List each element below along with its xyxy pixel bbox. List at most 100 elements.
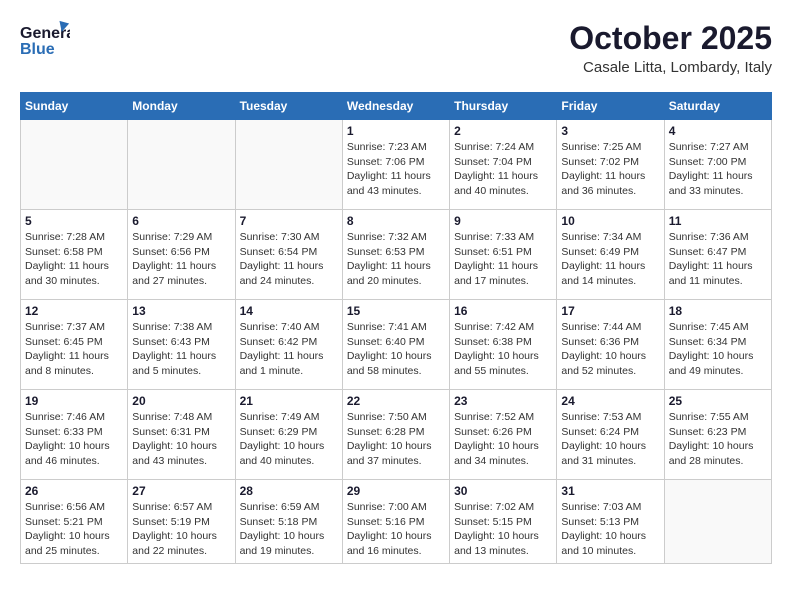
location: Casale Litta, Lombardy, Italy — [569, 59, 772, 76]
calendar-cell: 9Sunrise: 7:33 AMSunset: 6:51 PMDaylight… — [450, 210, 557, 300]
weekday-header: Tuesday — [235, 93, 342, 120]
day-number: 15 — [347, 304, 445, 318]
day-number: 5 — [25, 214, 123, 228]
day-info: Sunrise: 7:52 AMSunset: 6:26 PMDaylight:… — [454, 410, 552, 469]
day-info: Sunrise: 7:33 AMSunset: 6:51 PMDaylight:… — [454, 230, 552, 289]
day-info: Sunrise: 7:44 AMSunset: 6:36 PMDaylight:… — [561, 320, 659, 379]
day-info: Sunrise: 7:55 AMSunset: 6:23 PMDaylight:… — [669, 410, 767, 469]
day-info: Sunrise: 6:59 AMSunset: 5:18 PMDaylight:… — [240, 500, 338, 559]
day-info: Sunrise: 7:28 AMSunset: 6:58 PMDaylight:… — [25, 230, 123, 289]
day-number: 8 — [347, 214, 445, 228]
day-number: 6 — [132, 214, 230, 228]
day-info: Sunrise: 7:50 AMSunset: 6:28 PMDaylight:… — [347, 410, 445, 469]
calendar-cell: 2 Sunrise: 7:24 AMSunset: 7:04 PMDaylight… — [450, 120, 557, 210]
day-info: Sunrise: 7:48 AMSunset: 6:31 PMDaylight:… — [132, 410, 230, 469]
day-number: 22 — [347, 394, 445, 408]
calendar-cell: 8 Sunrise: 7:32 AMSunset: 6:53 PMDaylight… — [342, 210, 449, 300]
day-number: 2 — [454, 124, 552, 138]
calendar-cell: 10 Sunrise: 7:34 AMSunset: 6:49 PMDayligh… — [557, 210, 664, 300]
calendar-cell: 28 Sunrise: 6:59 AMSunset: 5:18 PMDayligh… — [235, 480, 342, 564]
calendar-week-row: 12Sunrise: 7:37 AMSunset: 6:45 PMDayligh… — [21, 300, 772, 390]
day-number: 24 — [561, 394, 659, 408]
day-info: Sunrise: 7:27 AMSunset: 7:00 PMDaylight:… — [669, 140, 767, 199]
calendar-cell: 20 Sunrise: 7:48 AMSunset: 6:31 PMDayligh… — [128, 390, 235, 480]
day-number: 21 — [240, 394, 338, 408]
day-number: 17 — [561, 304, 659, 318]
page-header: General Blue October 2025 Casale Litta, … — [20, 20, 772, 76]
calendar-week-row: 19 Sunrise: 7:46 AMSunset: 6:33 PMDayligh… — [21, 390, 772, 480]
day-number: 27 — [132, 484, 230, 498]
calendar-cell: 27 Sunrise: 6:57 AMSunset: 5:19 PMDayligh… — [128, 480, 235, 564]
day-info: Sunrise: 7:02 AMSunset: 5:15 PMDaylight:… — [454, 500, 552, 559]
day-info: Sunrise: 7:37 AMSunset: 6:45 PMDaylight:… — [25, 320, 123, 379]
calendar-cell — [235, 120, 342, 210]
calendar-cell: 11Sunrise: 7:36 AMSunset: 6:47 PMDayligh… — [664, 210, 771, 300]
day-number: 10 — [561, 214, 659, 228]
calendar-cell: 25 Sunrise: 7:55 AMSunset: 6:23 PMDayligh… — [664, 390, 771, 480]
day-info: Sunrise: 7:42 AMSunset: 6:38 PMDaylight:… — [454, 320, 552, 379]
calendar-cell: 26Sunrise: 6:56 AMSunset: 5:21 PMDayligh… — [21, 480, 128, 564]
weekday-header: Saturday — [664, 93, 771, 120]
calendar-cell: 16Sunrise: 7:42 AMSunset: 6:38 PMDayligh… — [450, 300, 557, 390]
calendar-cell: 21 Sunrise: 7:49 AMSunset: 6:29 PMDayligh… — [235, 390, 342, 480]
calendar-cell — [128, 120, 235, 210]
day-info: Sunrise: 7:32 AMSunset: 6:53 PMDaylight:… — [347, 230, 445, 289]
calendar-cell: 24Sunrise: 7:53 AMSunset: 6:24 PMDayligh… — [557, 390, 664, 480]
calendar-cell: 13 Sunrise: 7:38 AMSunset: 6:43 PMDayligh… — [128, 300, 235, 390]
calendar-cell: 5 Sunrise: 7:28 AMSunset: 6:58 PMDaylight… — [21, 210, 128, 300]
day-info: Sunrise: 7:46 AMSunset: 6:33 PMDaylight:… — [25, 410, 123, 469]
weekday-header: Thursday — [450, 93, 557, 120]
calendar-cell: 30Sunrise: 7:02 AMSunset: 5:15 PMDayligh… — [450, 480, 557, 564]
weekday-header: Monday — [128, 93, 235, 120]
day-info: Sunrise: 6:57 AMSunset: 5:19 PMDaylight:… — [132, 500, 230, 559]
calendar-cell: 18 Sunrise: 7:45 AMSunset: 6:34 PMDayligh… — [664, 300, 771, 390]
day-number: 1 — [347, 124, 445, 138]
calendar-table: SundayMondayTuesdayWednesdayThursdayFrid… — [20, 92, 772, 564]
calendar-cell: 17 Sunrise: 7:44 AMSunset: 6:36 PMDayligh… — [557, 300, 664, 390]
calendar-cell: 22 Sunrise: 7:50 AMSunset: 6:28 PMDayligh… — [342, 390, 449, 480]
calendar-week-row: 26Sunrise: 6:56 AMSunset: 5:21 PMDayligh… — [21, 480, 772, 564]
day-number: 23 — [454, 394, 552, 408]
day-number: 3 — [561, 124, 659, 138]
day-number: 7 — [240, 214, 338, 228]
calendar-cell: 12Sunrise: 7:37 AMSunset: 6:45 PMDayligh… — [21, 300, 128, 390]
day-info: Sunrise: 7:25 AMSunset: 7:02 PMDaylight:… — [561, 140, 659, 199]
day-info: Sunrise: 7:23 AMSunset: 7:06 PMDaylight:… — [347, 140, 445, 199]
day-number: 29 — [347, 484, 445, 498]
day-number: 13 — [132, 304, 230, 318]
day-info: Sunrise: 7:34 AMSunset: 6:49 PMDaylight:… — [561, 230, 659, 289]
day-info: Sunrise: 7:49 AMSunset: 6:29 PMDaylight:… — [240, 410, 338, 469]
calendar-cell: 14Sunrise: 7:40 AMSunset: 6:42 PMDayligh… — [235, 300, 342, 390]
day-info: Sunrise: 7:40 AMSunset: 6:42 PMDaylight:… — [240, 320, 338, 379]
day-number: 25 — [669, 394, 767, 408]
calendar-cell: 6 Sunrise: 7:29 AMSunset: 6:56 PMDaylight… — [128, 210, 235, 300]
weekday-header: Wednesday — [342, 93, 449, 120]
title-area: October 2025 Casale Litta, Lombardy, Ita… — [569, 20, 772, 76]
day-info: Sunrise: 7:29 AMSunset: 6:56 PMDaylight:… — [132, 230, 230, 289]
day-info: Sunrise: 7:30 AMSunset: 6:54 PMDaylight:… — [240, 230, 338, 289]
calendar-cell: 19 Sunrise: 7:46 AMSunset: 6:33 PMDayligh… — [21, 390, 128, 480]
day-info: Sunrise: 6:56 AMSunset: 5:21 PMDaylight:… — [25, 500, 123, 559]
day-number: 11 — [669, 214, 767, 228]
weekday-header: Sunday — [21, 93, 128, 120]
month-title: October 2025 — [569, 20, 772, 57]
calendar-cell: 3 Sunrise: 7:25 AMSunset: 7:02 PMDaylight… — [557, 120, 664, 210]
calendar-cell: 4 Sunrise: 7:27 AMSunset: 7:00 PMDaylight… — [664, 120, 771, 210]
weekday-header: Friday — [557, 93, 664, 120]
day-info: Sunrise: 7:03 AMSunset: 5:13 PMDaylight:… — [561, 500, 659, 559]
calendar-cell: 1 Sunrise: 7:23 AMSunset: 7:06 PMDaylight… — [342, 120, 449, 210]
day-number: 20 — [132, 394, 230, 408]
day-number: 4 — [669, 124, 767, 138]
day-info: Sunrise: 7:38 AMSunset: 6:43 PMDaylight:… — [132, 320, 230, 379]
calendar-cell: 23 Sunrise: 7:52 AMSunset: 6:26 PMDayligh… — [450, 390, 557, 480]
svg-text:Blue: Blue — [20, 41, 55, 58]
day-info: Sunrise: 7:24 AMSunset: 7:04 PMDaylight:… — [454, 140, 552, 199]
day-number: 31 — [561, 484, 659, 498]
calendar-cell — [664, 480, 771, 564]
day-number: 18 — [669, 304, 767, 318]
day-info: Sunrise: 7:45 AMSunset: 6:34 PMDaylight:… — [669, 320, 767, 379]
calendar-cell: 7 Sunrise: 7:30 AMSunset: 6:54 PMDaylight… — [235, 210, 342, 300]
weekday-header-row: SundayMondayTuesdayWednesdayThursdayFrid… — [21, 93, 772, 120]
day-number: 19 — [25, 394, 123, 408]
day-number: 28 — [240, 484, 338, 498]
